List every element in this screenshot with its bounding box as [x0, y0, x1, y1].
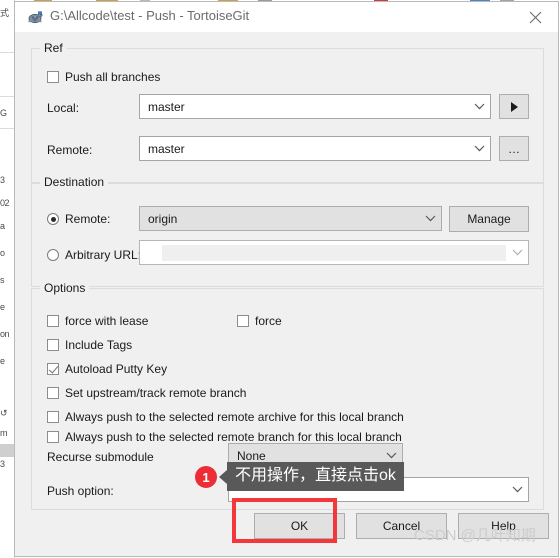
- chevron-down-icon: [468, 145, 490, 152]
- chevron-down-icon: [380, 452, 402, 459]
- arbitrary-url-combo[interactable]: [139, 240, 529, 265]
- chevron-down-icon: [468, 103, 490, 110]
- background-divider: [0, 96, 14, 97]
- force-label: force: [255, 314, 282, 328]
- tooltip-arrow: [219, 470, 227, 484]
- force-with-lease-checkbox[interactable]: force with lease: [47, 314, 148, 328]
- always-push-remote-archive-label: Always push to the selected remote archi…: [65, 410, 404, 424]
- remote-branch-browse-button[interactable]: …: [499, 136, 529, 161]
- chevron-down-icon: [506, 486, 528, 493]
- local-label: Local:: [47, 101, 80, 115]
- checkbox-box: [47, 411, 59, 423]
- checkbox-box: [47, 387, 59, 399]
- destination-remote-combo[interactable]: origin: [139, 206, 442, 231]
- options-group-title: Options: [40, 281, 90, 295]
- set-upstream-label: Set upstream/track remote branch: [65, 386, 247, 400]
- checkbox-box: [47, 71, 59, 83]
- recurse-submodule-label: Recurse submodule: [47, 450, 154, 464]
- destination-remote-label: Remote:: [65, 212, 111, 226]
- checkbox-box: [237, 315, 249, 327]
- recurse-submodule-value: None: [237, 448, 266, 463]
- checkbox-box: [47, 431, 59, 443]
- background-text-fragment: 3: [0, 175, 5, 185]
- background-text-fragment: 式: [0, 8, 9, 18]
- destination-group: Destination: [31, 175, 544, 287]
- checkbox-box: [47, 363, 59, 375]
- annotation-tooltip: 不用操作，直接点击ok: [227, 462, 404, 491]
- chevron-down-icon: [506, 249, 528, 256]
- help-button[interactable]: Help: [458, 513, 549, 539]
- background-text-fragment: o: [0, 248, 5, 258]
- force-checkbox[interactable]: force: [237, 314, 282, 328]
- destination-group-title: Destination: [40, 175, 109, 189]
- background-text-fragment: ↺: [0, 408, 8, 418]
- screen: 式 G 3 02 a o s e on e ↺ m 3 G:\Allcode\t…: [0, 0, 560, 558]
- autoload-putty-key-label: Autoload Putty Key: [65, 362, 168, 376]
- push-all-branches-checkbox[interactable]: Push all branches: [47, 70, 160, 84]
- background-text-fragment: s: [0, 275, 5, 285]
- force-with-lease-label: force with lease: [65, 314, 149, 328]
- include-tags-label: Include Tags: [65, 338, 133, 352]
- arbitrary-url-input[interactable]: [140, 241, 162, 264]
- always-push-remote-archive-checkbox[interactable]: Always push to the selected remote archi…: [47, 410, 404, 424]
- radio-circle: [47, 249, 59, 261]
- local-branch-combo[interactable]: master: [139, 94, 491, 119]
- remote-branch-value: master: [148, 141, 185, 156]
- background-text-fragment: m: [0, 428, 8, 438]
- arbitrary-url-disabled-area: [162, 244, 506, 261]
- local-branch-value: master: [148, 99, 185, 114]
- background-divider: [0, 52, 14, 53]
- checkbox-box: [47, 315, 59, 327]
- background-text-fragment: on: [0, 329, 10, 339]
- destination-remote-radio[interactable]: Remote:: [47, 212, 110, 226]
- background-selected-row: [0, 444, 14, 457]
- local-branch-browse-button[interactable]: [499, 94, 529, 119]
- radio-circle: [47, 213, 59, 225]
- push-all-branches-label: Push all branches: [65, 70, 161, 84]
- close-icon[interactable]: [513, 2, 558, 32]
- push-option-label: Push option:: [47, 484, 114, 498]
- ok-button[interactable]: OK: [254, 513, 345, 539]
- dialog-title: G:\Allcode\test - Push - TortoiseGit: [50, 8, 250, 23]
- remote-ref-label: Remote:: [47, 143, 93, 157]
- background-text-fragment: 02: [0, 198, 10, 208]
- background-text-fragment: e: [0, 302, 5, 312]
- background-text-fragment: e: [0, 356, 5, 366]
- autoload-putty-key-checkbox[interactable]: Autoload Putty Key: [47, 362, 167, 376]
- play-triangle-icon: [510, 101, 518, 112]
- tortoisegit-turtle-icon: [27, 9, 43, 25]
- annotation-badge-1: 1: [195, 466, 217, 488]
- manage-remotes-button[interactable]: Manage: [449, 206, 529, 232]
- always-push-remote-branch-checkbox[interactable]: Always push to the selected remote branc…: [47, 430, 402, 444]
- set-upstream-checkbox[interactable]: Set upstream/track remote branch: [47, 386, 246, 400]
- background-window: 式 G 3 02 a o s e on e ↺ m 3: [0, 0, 15, 558]
- destination-remote-value: origin: [148, 211, 178, 226]
- always-push-remote-branch-label: Always push to the selected remote branc…: [65, 430, 402, 444]
- remote-branch-combo[interactable]: master: [139, 136, 491, 161]
- ref-group-title: Ref: [40, 41, 67, 55]
- destination-arbitrary-url-label: Arbitrary URL:: [65, 248, 142, 262]
- destination-arbitrary-url-radio[interactable]: Arbitrary URL:: [47, 248, 141, 262]
- dialog-title-bar: G:\Allcode\test - Push - TortoiseGit: [15, 2, 558, 32]
- background-text-fragment: a: [0, 221, 5, 231]
- chevron-down-icon: [419, 215, 441, 222]
- background-text-fragment: G: [0, 108, 7, 118]
- checkbox-box: [47, 339, 59, 351]
- background-text-fragment: 3: [0, 459, 5, 469]
- include-tags-checkbox[interactable]: Include Tags: [47, 338, 132, 352]
- cancel-button[interactable]: Cancel: [356, 513, 447, 539]
- background-divider: [0, 128, 14, 129]
